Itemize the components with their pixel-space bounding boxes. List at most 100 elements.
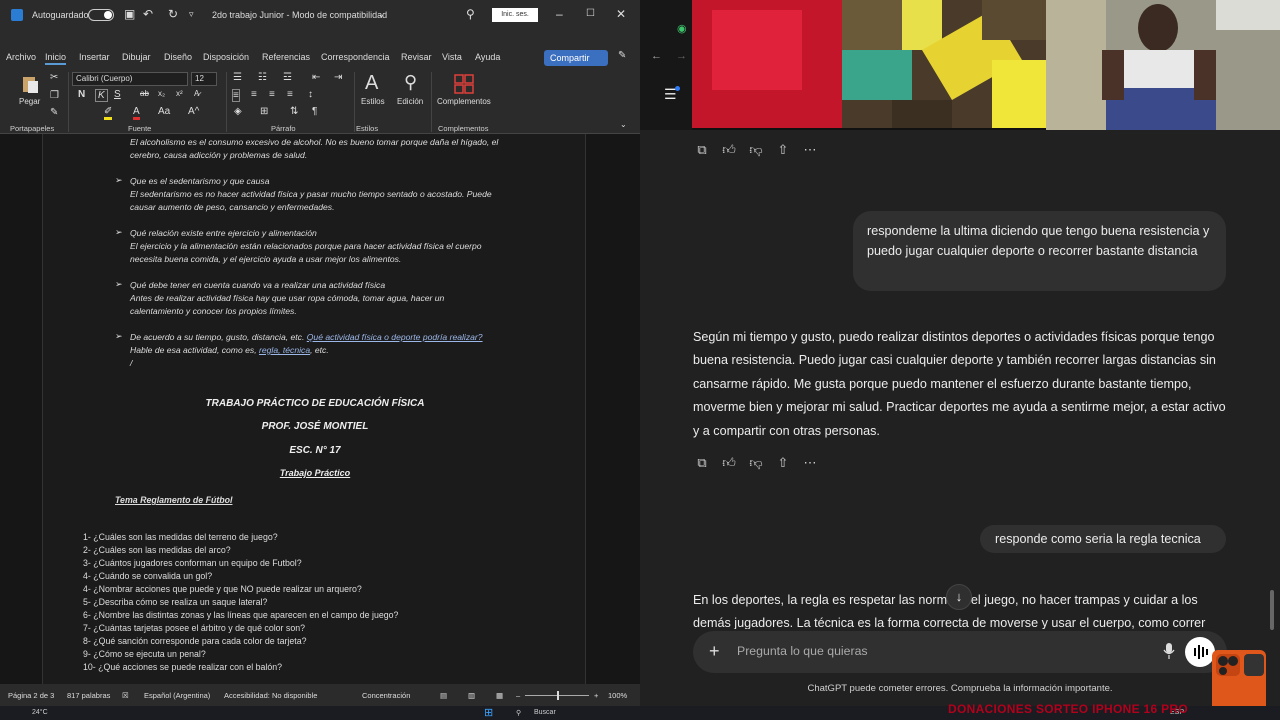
tab-dibujar[interactable]: Dibujar — [122, 52, 151, 62]
addins-button-label[interactable]: Complementos — [437, 97, 491, 106]
format-painter-icon[interactable]: ✎ — [50, 107, 58, 118]
proofing-icon[interactable]: ☒ — [122, 691, 129, 700]
maximize-icon[interactable]: ☐ — [586, 8, 595, 19]
save-icon[interactable]: ▣ — [124, 7, 135, 21]
search-icon[interactable]: ⚲ — [466, 7, 475, 21]
undo-icon[interactable]: ↶ — [143, 7, 153, 21]
thumbs-up-icon[interactable]: 👍︎ — [722, 456, 736, 470]
minimize-icon[interactable]: – — [556, 7, 563, 21]
tab-vista[interactable]: Vista — [442, 52, 462, 62]
copy-icon[interactable]: ⧉ — [695, 143, 709, 157]
zoom-in-icon[interactable]: + — [594, 691, 598, 700]
styles-icon[interactable]: A — [365, 72, 378, 95]
focus-mode[interactable]: Concentración — [362, 691, 410, 700]
shading-icon[interactable]: ◈ — [234, 106, 242, 117]
styles-button-label[interactable]: Estilos — [361, 97, 385, 106]
thumbs-down-icon[interactable]: 👎︎ — [749, 456, 763, 470]
show-marks-icon[interactable]: ¶ — [312, 106, 317, 117]
more-icon[interactable]: ⋯ — [803, 143, 817, 157]
sort-icon[interactable]: ⇅ — [290, 106, 298, 117]
line-spacing-icon[interactable]: ↕ — [308, 89, 313, 100]
increase-indent-icon[interactable]: ⇥ — [334, 72, 342, 83]
grow-font-icon[interactable]: A^ — [188, 106, 199, 117]
change-case-icon[interactable]: Aa — [158, 106, 170, 117]
borders-icon[interactable]: ⊞ — [260, 106, 268, 117]
word-count[interactable]: 817 palabras — [67, 691, 110, 700]
strikethrough-icon[interactable]: ab — [140, 89, 149, 98]
quick-access-chevron-icon[interactable]: ▿ — [189, 9, 194, 20]
document-canvas[interactable]: El alcoholismo es el consumo excesivo de… — [0, 134, 640, 684]
zoom-slider-thumb[interactable] — [557, 691, 559, 700]
underline-icon[interactable]: S — [114, 89, 121, 100]
autosave-toggle[interactable] — [88, 9, 114, 21]
tab-diseno[interactable]: Diseño — [164, 52, 192, 62]
paste-label[interactable]: Pegar — [19, 97, 40, 106]
align-left-icon[interactable]: ≡ — [232, 89, 240, 102]
taskbar-search[interactable]: Buscar — [534, 709, 556, 716]
signin-button[interactable]: Inic. ses. — [492, 8, 538, 22]
chat-scrollbar[interactable] — [1270, 590, 1274, 630]
font-size-box[interactable]: 12 — [191, 72, 217, 86]
font-name-box[interactable]: Calibri (Cuerpo) — [72, 72, 188, 86]
addins-icon[interactable] — [454, 74, 474, 94]
italic-icon[interactable]: K — [95, 89, 108, 102]
align-center-icon[interactable]: ≡ — [251, 89, 257, 100]
back-arrow-icon[interactable]: ← — [651, 50, 662, 62]
superscript-icon[interactable]: x² — [176, 89, 183, 98]
find-icon[interactable]: ⚲ — [404, 72, 417, 93]
share-icon[interactable]: ⇧ — [776, 143, 790, 157]
whatsapp-icon[interactable]: ◉ — [677, 22, 687, 35]
prompt-composer[interactable]: + Pregunta lo que quieras — [693, 631, 1227, 673]
copy-icon[interactable]: ⧉ — [695, 456, 709, 470]
print-layout-icon[interactable]: ▥ — [468, 691, 475, 700]
share-button[interactable]: Compartir — [544, 50, 608, 66]
paste-icon[interactable] — [20, 74, 40, 94]
copy-icon[interactable]: ❐ — [50, 90, 59, 101]
justify-icon[interactable]: ≡ — [287, 89, 293, 100]
tab-archivo[interactable]: Archivo — [6, 52, 36, 62]
multilevel-icon[interactable]: ☲ — [283, 72, 292, 83]
tab-inicio[interactable]: Inicio — [45, 52, 67, 65]
close-icon[interactable]: ✕ — [616, 7, 626, 21]
bold-icon[interactable]: N — [78, 89, 85, 100]
page-count[interactable]: Página 2 de 3 — [8, 691, 54, 700]
document-title[interactable]: 2do trabajo Junior - Modo de compatibili… — [212, 10, 387, 20]
tab-referencias[interactable]: Referencias — [262, 52, 310, 62]
highlight-icon[interactable]: ✐ — [104, 106, 113, 120]
forward-arrow-icon[interactable]: → — [676, 50, 687, 62]
font-color-icon[interactable]: A — [133, 106, 140, 120]
plus-icon[interactable]: + — [709, 641, 720, 662]
thumbs-up-icon[interactable]: 👍︎ — [722, 143, 736, 157]
zoom-out-icon[interactable]: – — [516, 691, 520, 700]
clear-format-icon[interactable]: A̷ — [194, 89, 199, 98]
weather-widget[interactable]: 24°C — [32, 709, 48, 716]
tab-insertar[interactable]: Insertar — [79, 52, 110, 62]
redo-icon[interactable]: ↻ — [168, 7, 178, 21]
tab-disposicion[interactable]: Disposición — [203, 52, 249, 62]
pen-icon[interactable]: ✎ — [618, 50, 626, 61]
zoom-level[interactable]: 100% — [608, 691, 627, 700]
ribbon-collapse-icon[interactable]: ⌄ — [620, 120, 627, 129]
scroll-down-button[interactable]: ↓ — [946, 584, 972, 610]
tab-ayuda[interactable]: Ayuda — [475, 52, 500, 62]
tab-correspondencia[interactable]: Correspondencia — [321, 52, 390, 62]
tab-revisar[interactable]: Revisar — [401, 52, 432, 62]
prompt-placeholder[interactable]: Pregunta lo que quieras — [737, 644, 868, 658]
accessibility-status[interactable]: Accesibilidad: No disponible — [224, 691, 317, 700]
numbering-icon[interactable]: ☷ — [258, 72, 267, 83]
bullets-icon[interactable]: ☰ — [233, 72, 242, 83]
document-page[interactable]: El alcoholismo es el consumo excesivo de… — [42, 134, 586, 684]
microphone-icon[interactable] — [1163, 642, 1175, 660]
taskbar-search-icon[interactable]: ⚲ — [516, 709, 521, 717]
editing-button-label[interactable]: Edición — [397, 97, 423, 106]
thumbs-down-icon[interactable]: 👎︎ — [749, 143, 763, 157]
read-mode-icon[interactable]: ▤ — [440, 691, 447, 700]
cut-icon[interactable]: ✂ — [50, 72, 58, 83]
share-icon[interactable]: ⇧ — [776, 456, 790, 470]
decrease-indent-icon[interactable]: ⇤ — [312, 72, 320, 83]
title-chevron-icon[interactable]: ⌄ — [378, 10, 385, 19]
subscript-icon[interactable]: x₂ — [158, 89, 165, 98]
align-right-icon[interactable]: ≡ — [269, 89, 275, 100]
web-layout-icon[interactable]: ▦ — [496, 691, 503, 700]
language-status[interactable]: Español (Argentina) — [144, 691, 210, 700]
